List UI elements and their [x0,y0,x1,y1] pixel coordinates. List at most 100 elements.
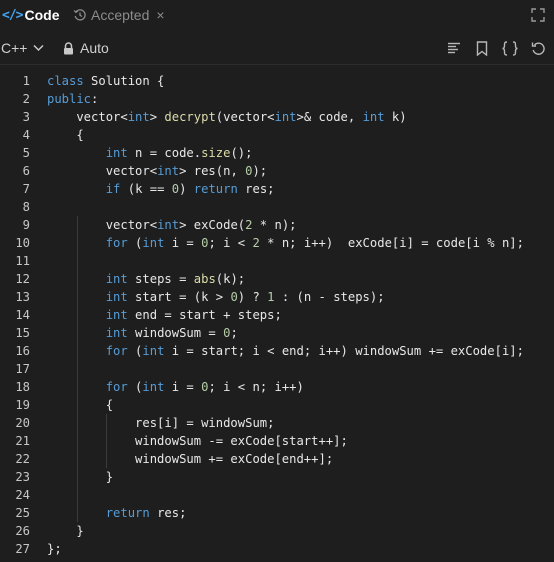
code-token: int [362,110,385,124]
code-token: 0 [171,182,180,196]
code-token: int [105,146,128,160]
line-number: 8 [22,200,30,214]
code-token: abs [193,272,216,286]
code-token: decrypt [164,110,216,124]
code-token: { [47,128,84,142]
code-token: ; i < n; i++) [208,380,304,394]
braces-icon[interactable] [501,39,519,57]
reset-icon[interactable] [529,39,547,57]
code-token: size [201,146,231,160]
code-token: : [91,92,99,106]
chevron-down-icon [33,44,44,52]
code-token: i = [164,236,202,250]
code-token: 2 [252,236,260,250]
code-token: return [105,506,150,520]
code-token: vector< [47,110,128,124]
code-line: 19 { [0,396,554,414]
code-line: 8 [0,198,554,216]
line-number: 3 [22,110,30,124]
code-text: for (int i = 0; i < n; i++) [47,378,304,396]
code-text: } [47,522,84,540]
code-line: 20 res[i] = windowSum; [0,414,554,432]
auto-mode-button[interactable]: Auto [63,40,109,56]
tab-accepted-label: Accepted [91,7,150,23]
line-number: 21 [15,434,30,448]
code-token: res; [237,182,275,196]
code-token: start = (k > [127,290,231,304]
close-icon[interactable]: × [156,7,164,23]
code-token: 1 [267,290,275,304]
tab-code[interactable]: </> Code [2,0,59,30]
code-token: k) [384,110,407,124]
code-token: for [105,236,128,250]
code-token: * n; i++) exCode[i] = code[i % n]; [259,236,524,250]
line-number: 13 [15,290,30,304]
code-line: 15 int windowSum = 0; [0,324,554,342]
bookmark-icon[interactable] [473,39,491,57]
code-line: 2 public: [0,90,554,108]
code-line: 10 for (int i = 0; i < 2 * n; i++) exCod… [0,234,554,252]
format-icon[interactable] [445,39,463,57]
tab-accepted[interactable]: Accepted × [73,0,165,30]
code-token: > exCode( [179,218,246,232]
code-token: : (n - steps); [274,290,385,304]
code-text: int n = code.size(); [47,144,253,162]
code-text: public: [47,90,98,108]
code-token: int [142,344,165,358]
code-token: end = start + steps; [127,308,282,322]
code-text: int steps = abs(k); [47,270,245,288]
code-text: vector<int> decrypt(vector<int>& code, i… [47,108,407,126]
code-token: ; i < [208,236,253,250]
line-number: 6 [22,164,30,178]
line-number: 18 [15,380,30,394]
language-select[interactable]: C++ [1,40,44,56]
code-token: ); [252,164,268,178]
code-token: (k == [120,182,172,196]
code-line: 23 } [0,468,554,486]
code-token: int [127,110,150,124]
code-token: ( [127,380,143,394]
code-token: windowSum += exCode[end++]; [47,452,334,466]
code-text: res[i] = windowSum; [47,414,274,432]
code-token: n = code. [127,146,202,160]
line-number: 22 [15,452,30,466]
code-token: }; [47,542,62,556]
language-label: C++ [1,40,28,56]
mode-label: Auto [80,40,109,56]
code-token: for [105,380,128,394]
line-number: 4 [22,128,30,142]
line-number: 15 [15,326,30,340]
code-line: 22 windowSum += exCode[end++]; [0,450,554,468]
code-token: res; [149,506,187,520]
code-text: if (k == 0) return res; [47,180,275,198]
code-token: int [105,272,128,286]
code-text: vector<int> res(n, 0); [47,162,267,180]
code-token: windowSum -= exCode[start++]; [47,434,348,448]
line-number: 10 [15,236,30,250]
code-text: vector<int> exCode(2 * n); [47,216,297,234]
code-token: int [274,110,297,124]
expand-icon[interactable] [531,8,545,27]
code-text: } [47,468,113,486]
code-token: for [105,344,128,358]
tab-bar: </> Code Accepted × [0,0,554,30]
code-line: 7 if (k == 0) return res; [0,180,554,198]
code-token: } [47,524,84,538]
code-token: ( [127,344,143,358]
line-number: 24 [15,488,30,502]
code-token: > [149,110,165,124]
editor-toolbar: C++ Auto [0,32,554,65]
code-text: { [47,126,84,144]
code-line: 6 vector<int> res(n, 0); [0,162,554,180]
code-editor[interactable]: 1 class Solution {2 public: 3 vector<int> d… [0,72,554,558]
code-token: int [142,236,165,250]
code-line: 27}; [0,540,554,558]
code-token: (vector< [215,110,275,124]
code-token: int [142,380,165,394]
code-text: int end = start + steps; [47,306,282,324]
